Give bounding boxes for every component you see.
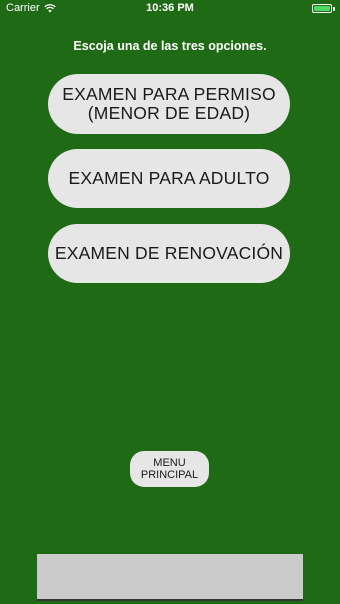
exam-adult-button[interactable]: EXAMEN PARA ADULTO <box>48 149 290 208</box>
battery-level <box>314 6 330 11</box>
status-bar: Carrier 10:36 PM <box>0 0 340 18</box>
battery-tip <box>333 7 335 11</box>
battery-icon <box>312 4 332 13</box>
main-menu-button[interactable]: MENU PRINCIPAL <box>130 451 209 487</box>
exam-renewal-button[interactable]: EXAMEN DE RENOVACIÓN <box>48 224 290 283</box>
instruction-text: Escoja una de las tres opciones. <box>73 39 267 53</box>
exam-permit-minor-button[interactable]: EXAMEN PARA PERMISO (MENOR DE EDAD) <box>48 74 290 134</box>
status-time: 10:36 PM <box>146 2 194 14</box>
ad-banner[interactable] <box>37 554 303 601</box>
